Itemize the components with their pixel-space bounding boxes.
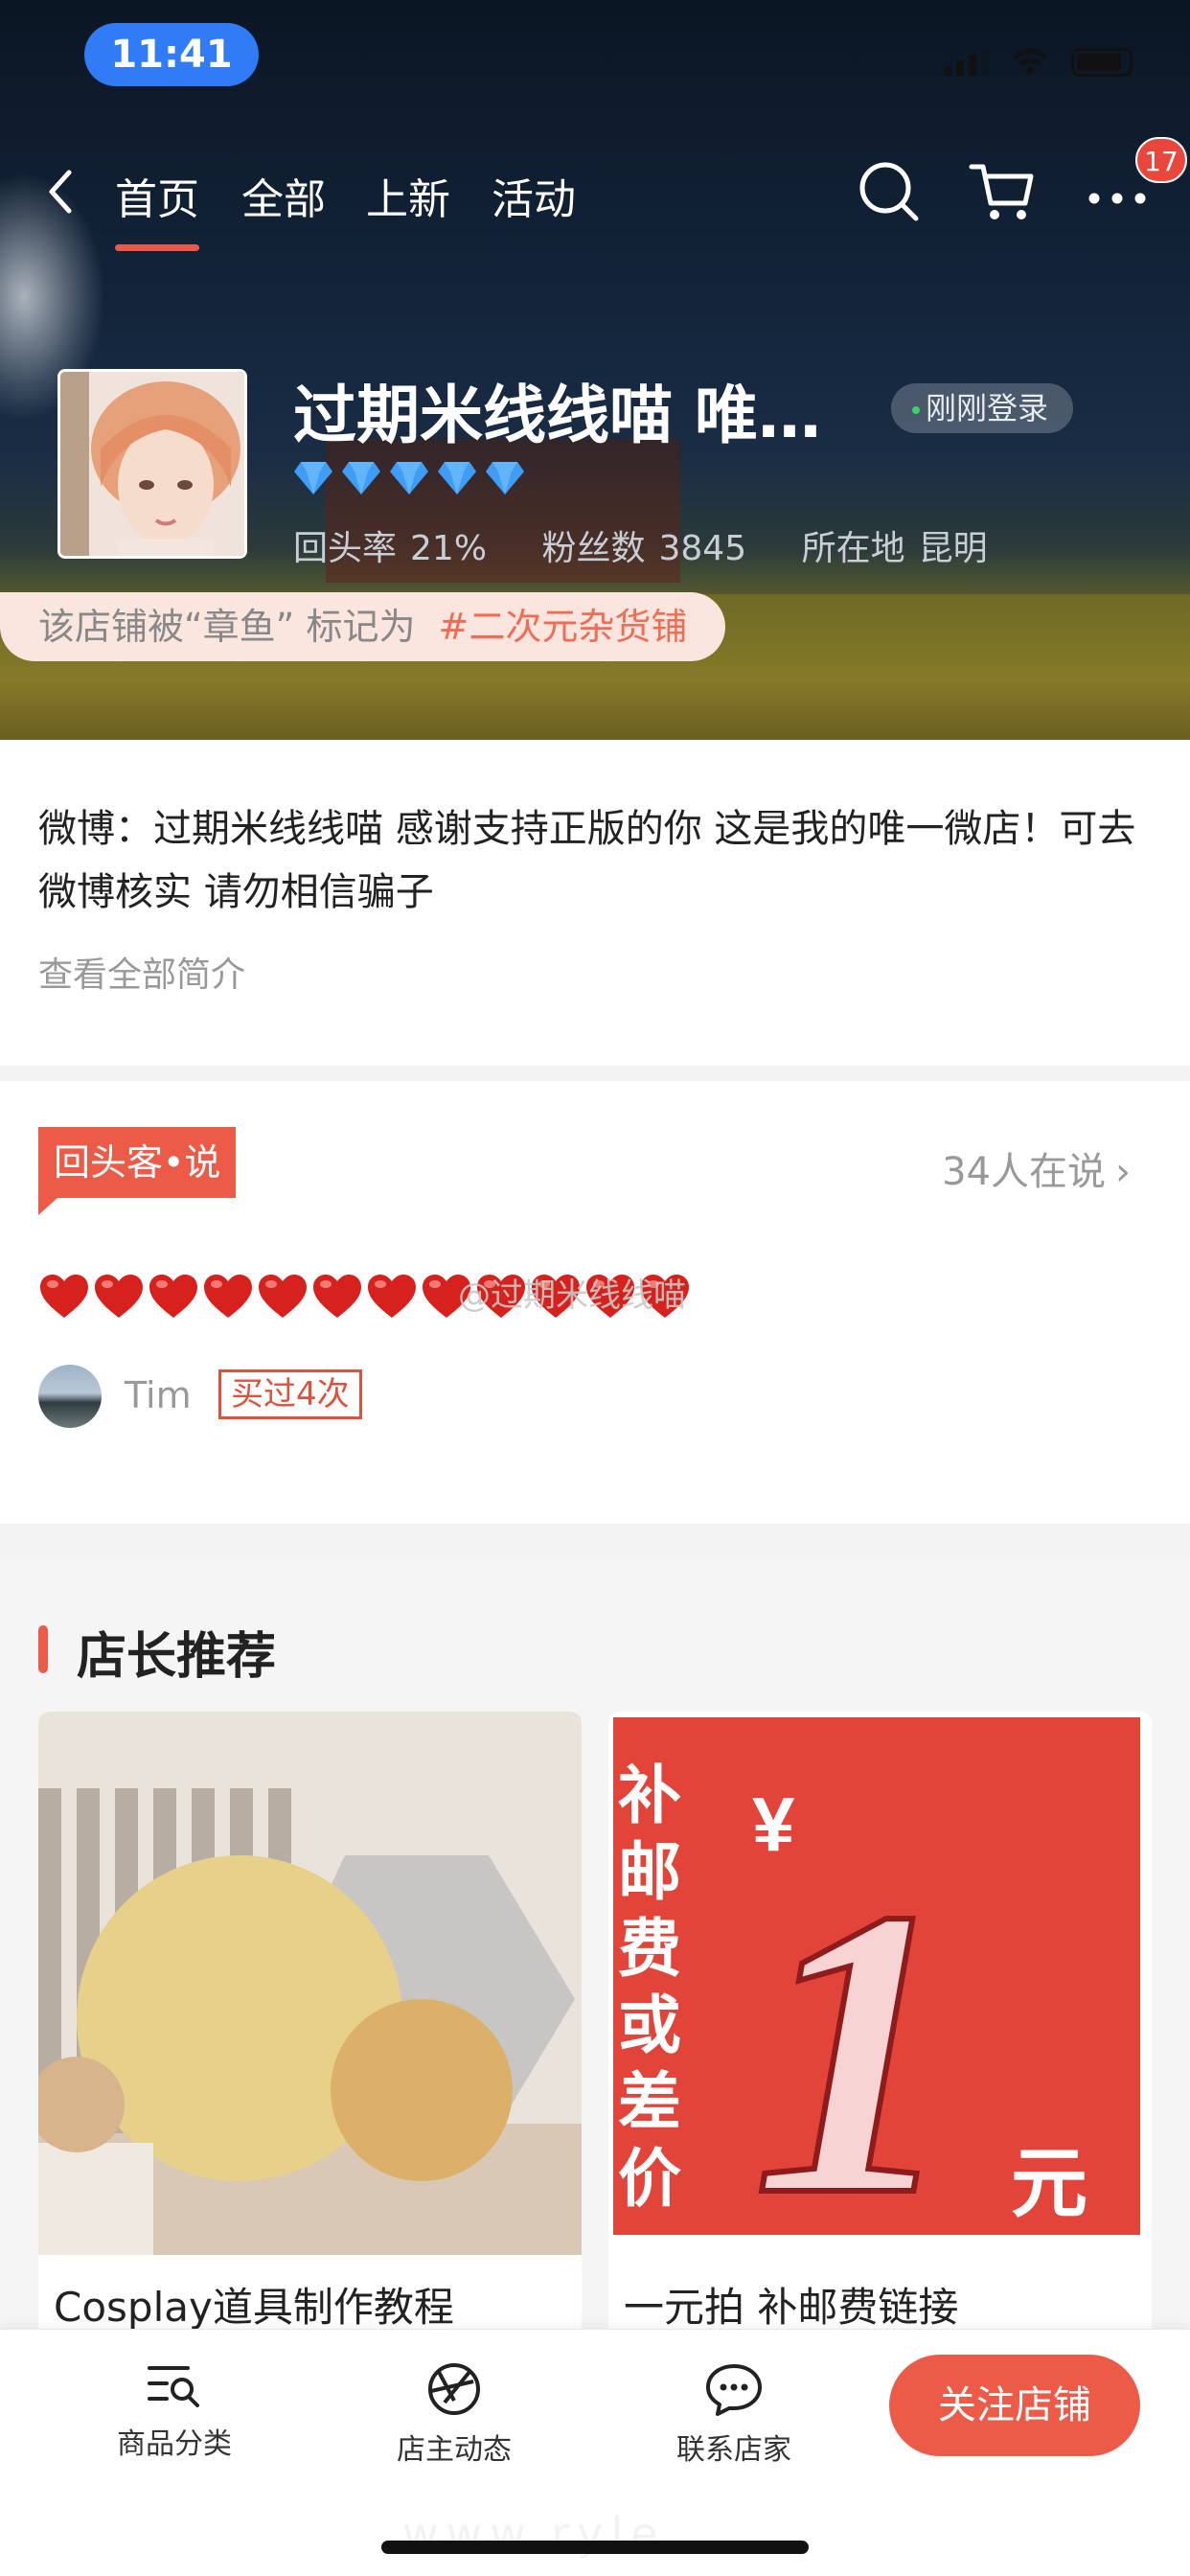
reviews-count: 34人在说 [942,1150,1106,1194]
notification-badge: 17 [1135,137,1187,183]
wifi-icon [1012,49,1048,75]
battery-icon [1071,48,1133,77]
stat-location: 所在地 昆明 [801,529,988,568]
owner-updates-button[interactable]: 店主动态 [358,2362,550,2468]
shop-name: 过期米线线喵 唯… [293,379,821,452]
category-button[interactable]: 商品分类 [79,2362,270,2462]
svg-text:元: 元 [1011,2141,1087,2226]
chevron-right-icon: › [1115,1150,1131,1194]
diamond-icon [294,462,332,494]
heart-icon [204,1275,252,1318]
shop-stats: 回头率 21% 粉丝数 3845 所在地 昆明 [293,520,1032,570]
shop-tag-pill[interactable]: 该店铺被“章鱼” 标记为 #二次元杂货铺 [0,592,726,661]
follow-shop-button[interactable]: 关注店铺 [889,2355,1140,2456]
purchase-count-badge: 买过4次 [218,1369,362,1419]
tab-activity[interactable]: 活动 [492,165,576,226]
heart-icon [95,1275,143,1318]
search-icon[interactable] [851,153,927,230]
contact-seller-label: 联系店家 [676,2433,791,2467]
signal-icon [944,49,989,76]
online-dot-icon [912,406,920,414]
diamond-icon [486,462,524,494]
diamond-icon [342,462,380,494]
heart-icon [313,1275,361,1318]
product-card-cosplay-tutorial[interactable]: Cosplay道具制作教程 [38,1712,582,2382]
contact-seller-button[interactable]: 联系店家 [638,2362,830,2468]
diamond-rating [293,460,525,496]
section-divider [0,1524,1190,1562]
reviewer-avatar[interactable] [38,1365,102,1428]
repeat-customer-reviews: 回头客•说 34人在说 › @过期米线线喵 Tim 买过4次 [0,1081,1190,1524]
top-nav: 首页 全部 上新 活动 [0,144,1190,251]
svg-text:费: 费 [618,1913,681,1984]
category-label: 商品分类 [117,2427,232,2461]
online-status-label: 刚刚登录 [926,390,1049,426]
product-image [38,1712,582,2255]
svg-text:差: 差 [618,2066,681,2137]
status-icons [944,48,1133,77]
shop-avatar[interactable] [57,369,247,559]
tab-all[interactable]: 全部 [241,165,326,226]
svg-text:或: 或 [618,1990,681,2060]
cart-icon[interactable] [964,153,1041,230]
bottom-bar: 商品分类 店主动态 联系店家 关注店铺 www.ryle [0,2329,1190,2576]
section-accent-bar [38,1625,48,1673]
online-status: 刚刚登录 [891,383,1074,433]
svg-text:价: 价 [618,2143,681,2214]
owner-recommendations: 店长推荐 Cosplay道具制作教程 补 邮 费 或 差 价 ¥ 1 元 一元拍… [0,1562,1190,2382]
reviewer-name: Tim [125,1374,192,1416]
product-title: 一元拍 补邮费链接 [624,2284,959,2331]
stat-return-rate: 回头率 21% [293,529,488,568]
aperture-icon [428,2363,480,2415]
diamond-icon [438,462,476,494]
diamond-icon [390,462,428,494]
intro-text: 微博：过期米线线喵 感谢支持正版的你 这是我的唯一微店！可去微博核实 请勿相信骗… [38,807,1136,914]
tag-prefix: 该店铺被“章鱼” 标记为 [38,606,416,648]
product-title: Cosplay道具制作教程 [54,2284,454,2331]
reviews-count-link[interactable]: 34人在说 › [942,1140,1131,1196]
category-list-icon [148,2366,199,2407]
heart-icon [149,1275,197,1318]
recommend-title: 店长推荐 [77,1628,277,1686]
heart-icon [40,1275,88,1318]
tag-highlight: #二次元杂货铺 [438,606,688,648]
reviews-tag: 回头客•说 [38,1127,237,1215]
svg-text:邮: 邮 [618,1836,681,1907]
tab-new[interactable]: 上新 [366,165,450,226]
section-divider [0,1066,1190,1081]
tab-home[interactable]: 首页 [115,165,199,251]
svg-text:补: 补 [618,1760,681,1830]
product-image: 补 邮 费 或 差 价 ¥ 1 元 [608,1712,1152,2255]
back-icon[interactable] [38,163,86,220]
heart-icon [259,1275,307,1318]
view-full-intro-link[interactable]: 查看全部简介 [38,947,245,997]
product-card-shipping-fee[interactable]: 补 邮 费 或 差 价 ¥ 1 元 一元拍 补邮费链接 [608,1712,1152,2382]
weibo-watermark: @过期米线线喵 [458,1276,686,1315]
shop-intro: 微博：过期米线线喵 感谢支持正版的你 这是我的唯一微店！可去微博核实 请勿相信骗… [0,740,1190,1066]
chat-bubble-icon [706,2364,762,2416]
home-indicator[interactable] [381,2541,809,2554]
status-time: 11:41 [84,23,259,86]
svg-text:1: 1 [752,1825,958,2255]
heart-icon [368,1275,416,1318]
stat-fans: 粉丝数 3845 [541,529,747,568]
owner-updates-label: 店主动态 [397,2433,512,2467]
